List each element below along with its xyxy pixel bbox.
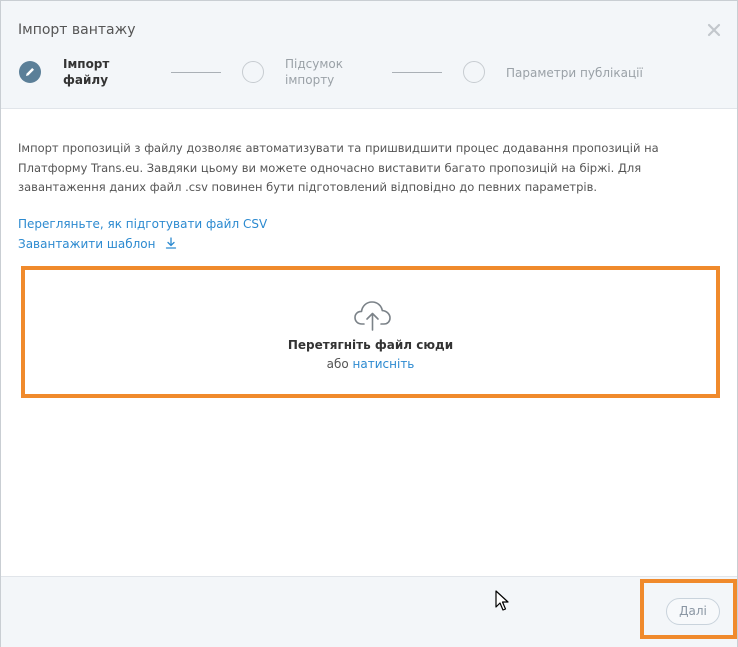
dropzone-main-text: Перетягніть файл сюди: [287, 338, 454, 352]
step-1-label-line1: Імпорт: [63, 57, 110, 71]
step-3-label: Параметри публікації: [506, 65, 666, 81]
step-2-label-line2: імпорту: [285, 73, 335, 87]
next-button[interactable]: Далі: [666, 598, 720, 625]
step-connector-2: [392, 72, 442, 73]
dialog-footer: [1, 576, 737, 647]
how-to-prepare-csv-link[interactable]: Перегляньте, як підготувати файл CSV: [18, 217, 267, 231]
step-1-indicator: [19, 61, 41, 83]
download-template-link[interactable]: Завантажити шаблон: [18, 237, 177, 251]
download-icon: [166, 237, 177, 249]
mouse-cursor-icon: [495, 590, 509, 611]
step-1-label: Імпорт файлу: [63, 56, 153, 88]
close-icon[interactable]: [704, 20, 724, 40]
dropzone-sub-text: або натисніть: [25, 357, 716, 371]
dialog-title: Імпорт вантажу: [18, 22, 136, 38]
import-dialog: Імпорт вантажу Імпорт файлу Підсумок імп…: [0, 0, 738, 647]
step-2-label-line1: Підсумок: [285, 57, 343, 71]
step-3-indicator: [463, 61, 485, 83]
step-connector-1: [171, 72, 221, 73]
step-2-label: Підсумок імпорту: [285, 56, 375, 88]
import-description: Імпорт пропозицій з файлу дозволяє автом…: [18, 141, 659, 194]
file-dropzone[interactable]: Перетягніть файл сюди або натисніть: [21, 266, 720, 398]
step-1-label-line2: файлу: [63, 73, 109, 87]
dropzone-click-link[interactable]: натисніть: [353, 357, 415, 371]
close-icon-glyph: [707, 23, 721, 37]
step-2-indicator: [242, 61, 264, 83]
download-template-label: Завантажити шаблон: [18, 237, 156, 251]
dialog-header: Імпорт вантажу Імпорт файлу Підсумок імп…: [1, 1, 737, 109]
dropzone-or-text: або: [326, 357, 349, 371]
cloud-upload-icon: [354, 301, 391, 331]
pencil-icon: [26, 68, 34, 76]
step-3-label-line1: Параметри публікації: [506, 66, 643, 80]
